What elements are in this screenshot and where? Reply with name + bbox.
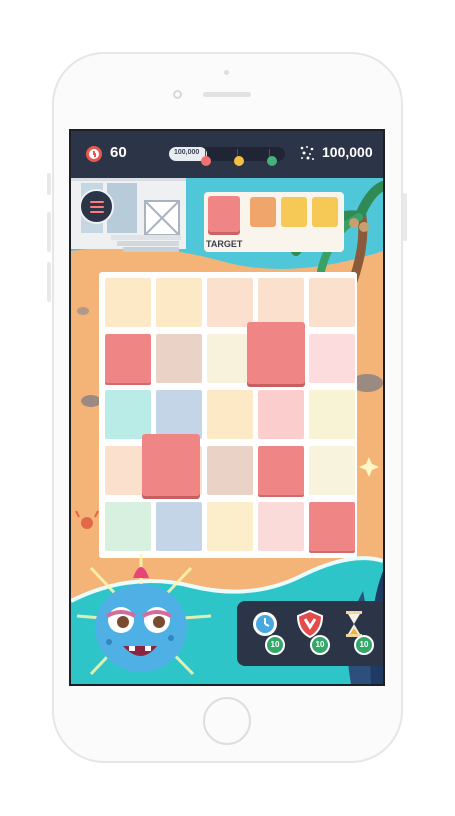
progress-label: 100,000 (174, 149, 200, 156)
milestone-green-dot (267, 156, 277, 166)
phone-volume-up-button (47, 212, 51, 252)
board-tile[interactable] (258, 502, 304, 551)
board-tile[interactable] (309, 334, 355, 383)
phone-side-button (47, 173, 51, 195)
board-tile[interactable] (258, 278, 304, 327)
board-tile[interactable] (105, 334, 151, 383)
board-tile[interactable] (309, 278, 355, 327)
board-tile[interactable] (207, 278, 253, 327)
timer-icon (86, 146, 102, 162)
game-board (99, 272, 357, 558)
target-swatch (250, 197, 276, 227)
shield-powerup-button[interactable]: 10 (296, 609, 330, 655)
board-tile[interactable] (105, 390, 151, 439)
board-tile[interactable] (105, 278, 151, 327)
milestone-red-dot (201, 156, 211, 166)
powerup-count-badge: 10 (265, 635, 285, 655)
powerup-tray: 10 10 10 (237, 601, 383, 666)
target-card: TARGET (204, 192, 344, 252)
sparkle-icon (300, 146, 314, 160)
board-tile[interactable] (309, 390, 355, 439)
target-swatch (312, 197, 338, 227)
game-screen: 60 100,000 100,000 TARGET 10 10 10 (69, 129, 385, 686)
hud-bar: 60 100,000 100,000 (71, 131, 383, 178)
board-tile[interactable] (156, 390, 202, 439)
selected-tile[interactable] (246, 322, 305, 385)
powerup-count-badge: 10 (354, 635, 374, 655)
board-tile[interactable] (207, 502, 253, 551)
clock-powerup-button[interactable]: 10 (251, 609, 285, 655)
menu-line (90, 211, 104, 213)
board-tile[interactable] (309, 446, 355, 495)
front-camera (224, 70, 229, 75)
menu-button[interactable] (79, 189, 114, 224)
board-tile[interactable] (105, 502, 151, 551)
milestone-yellow-dot (234, 156, 244, 166)
board-tile[interactable] (156, 502, 202, 551)
board-tile[interactable] (258, 446, 304, 495)
phone-volume-down-button (47, 262, 51, 302)
board-tile[interactable] (258, 390, 304, 439)
menu-line (90, 206, 104, 208)
board-tile[interactable] (207, 446, 253, 495)
hourglass-powerup-button[interactable]: 10 (340, 609, 374, 655)
earpiece-speaker (203, 92, 251, 97)
board-tile[interactable] (156, 278, 202, 327)
phone-power-button (403, 193, 407, 241)
home-button[interactable] (203, 697, 251, 745)
board-tile[interactable] (309, 502, 355, 551)
target-label: TARGET (206, 239, 243, 249)
target-main-swatch (208, 196, 240, 232)
selected-tile[interactable] (142, 434, 201, 497)
powerup-count-badge: 10 (310, 635, 330, 655)
board-tile[interactable] (156, 334, 202, 383)
proximity-sensor (173, 90, 182, 99)
menu-line (90, 201, 104, 203)
monster-mascot (76, 554, 212, 676)
target-swatch (281, 197, 307, 227)
board-tile[interactable] (207, 390, 253, 439)
time-remaining: 60 (110, 144, 127, 161)
coin-balance: 100,000 (322, 144, 373, 160)
